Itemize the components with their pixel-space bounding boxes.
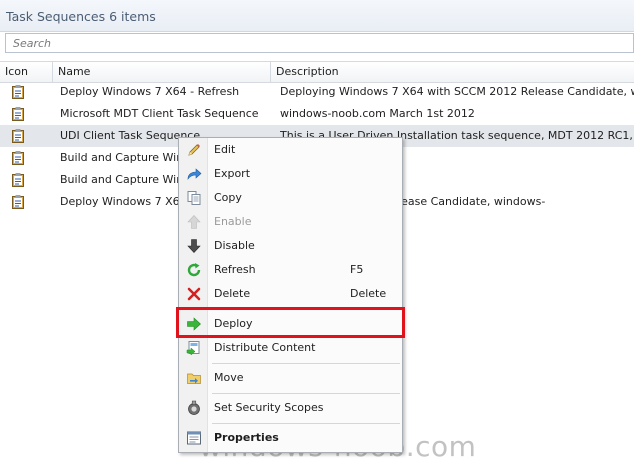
list-title-bar: Task Sequences 6 items	[0, 0, 634, 32]
search-input[interactable]	[6, 34, 634, 52]
menu-separator	[212, 423, 400, 424]
task-sequence-icon	[12, 85, 24, 99]
grid-header: Icon Name Description	[0, 61, 634, 83]
menu-item-enable[interactable]: Enable	[179, 210, 402, 234]
pencil-icon	[188, 144, 200, 156]
row-description: windows-noob.com March 1st 2012	[280, 107, 475, 120]
enable-arrow-icon	[187, 215, 201, 229]
task-sequence-icon	[12, 173, 24, 187]
menu-separator	[212, 393, 400, 394]
context-menu: Edit Export Copy Enable Disable Refresh …	[178, 137, 403, 453]
properties-icon	[187, 431, 201, 445]
column-header-name[interactable]: Name	[53, 62, 271, 82]
security-lock-icon	[188, 400, 200, 415]
menu-item-edit[interactable]: Edit	[179, 138, 402, 162]
task-sequence-icon	[12, 151, 24, 165]
menu-item-set-security-scopes[interactable]: Set Security Scopes	[179, 396, 402, 420]
row-description: Deploying Windows 7 X64 with SCCM 2012 R…	[280, 85, 634, 98]
disable-arrow-icon	[187, 239, 201, 253]
task-sequence-icon	[12, 129, 24, 143]
shortcut-refresh: F5	[350, 263, 364, 276]
row-name: Microsoft MDT Client Task Sequence	[60, 107, 259, 120]
task-sequence-icon	[12, 107, 24, 121]
column-header-icon[interactable]: Icon	[0, 62, 53, 82]
copy-icon	[187, 191, 201, 205]
row-name: Deploy Windows 7 X64 - Refresh	[60, 85, 240, 98]
menu-item-distribute-content[interactable]: Distribute Content	[179, 336, 402, 360]
menu-item-disable[interactable]: Disable	[179, 234, 402, 258]
move-folder-icon	[187, 373, 201, 384]
menu-item-export[interactable]: Export	[179, 162, 402, 186]
delete-x-icon	[187, 287, 201, 301]
column-header-description[interactable]: Description	[271, 62, 634, 82]
deploy-highlight-annotation	[176, 307, 405, 338]
export-arrow-icon	[187, 168, 202, 180]
shortcut-delete: Delete	[350, 287, 387, 300]
table-row[interactable]: Deploy Windows 7 X64 - Refresh Deploying…	[0, 81, 634, 103]
menu-item-refresh[interactable]: Refresh F5	[179, 258, 402, 282]
task-sequence-icon	[12, 195, 24, 209]
menu-separator	[212, 363, 400, 364]
list-title: Task Sequences 6 items	[6, 9, 156, 24]
table-row[interactable]: Microsoft MDT Client Task Sequence windo…	[0, 103, 634, 125]
menu-item-move[interactable]: Move	[179, 366, 402, 390]
menu-item-delete[interactable]: Delete Delete	[179, 282, 402, 306]
search-box[interactable]	[5, 33, 634, 53]
menu-item-properties[interactable]: Properties	[179, 426, 402, 450]
menu-item-copy[interactable]: Copy	[179, 186, 402, 210]
distribute-content-icon	[186, 341, 200, 356]
refresh-icon	[187, 263, 201, 277]
